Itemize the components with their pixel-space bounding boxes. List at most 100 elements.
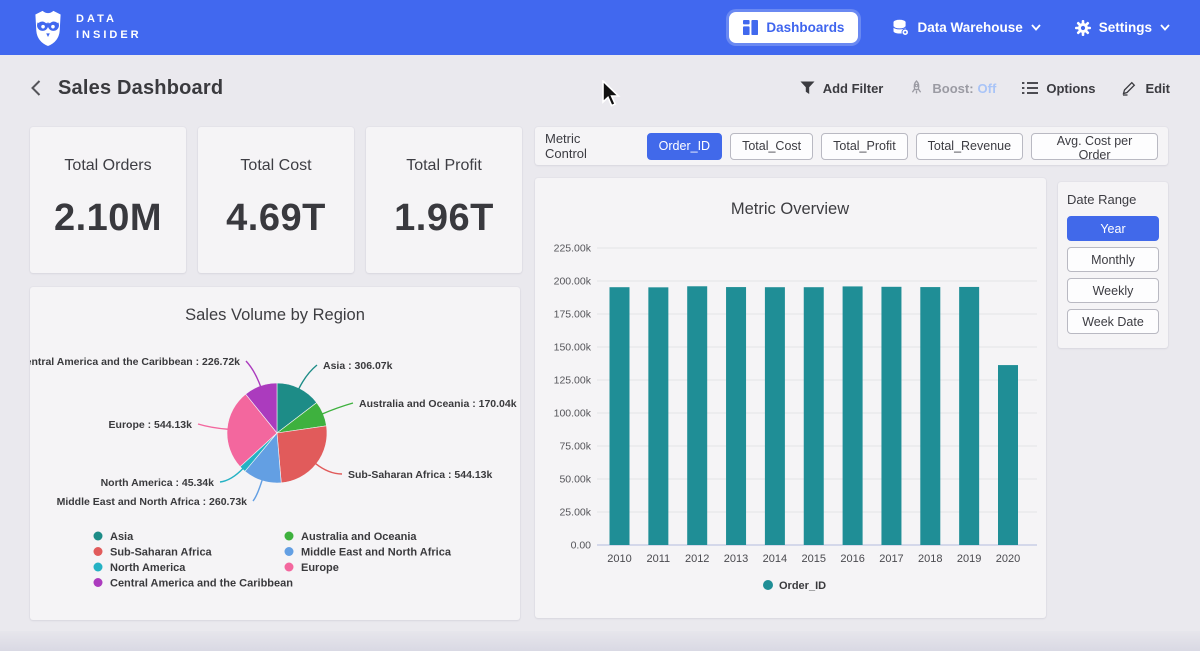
options-button[interactable]: Options — [1022, 81, 1095, 96]
x-label-2013: 2013 — [724, 553, 748, 565]
pie-label-central-america-and-the-caribbean: Central America and the Caribbean : 226.… — [30, 356, 240, 368]
bar-2018[interactable] — [920, 287, 940, 545]
x-label-2019: 2019 — [957, 553, 981, 565]
add-filter-button[interactable]: Add Filter — [800, 81, 884, 96]
date-range-buttons: Year Monthly Weekly Week Date — [1067, 216, 1159, 334]
date-range-option-weekly[interactable]: Weekly — [1067, 278, 1159, 303]
legend-dot-north-america[interactable] — [94, 563, 103, 572]
legend-label-middle-east-and-north-africa[interactable]: Middle East and North Africa — [301, 547, 452, 559]
bar-2013[interactable] — [726, 287, 746, 545]
kpi-card-total-profit: Total Profit 1.96T — [366, 127, 522, 273]
sales-volume-pie-chart: Sales Volume by Region Asia : 306.07k Aust… — [30, 287, 520, 620]
metric-option-order-id[interactable]: Order_ID — [647, 133, 722, 160]
legend-dot-middle-east-and-north-africa[interactable] — [285, 547, 294, 556]
date-range-label: Date Range — [1067, 192, 1159, 207]
pie-chart-title: Sales Volume by Region — [185, 306, 365, 324]
x-label-2012: 2012 — [685, 553, 709, 565]
header-actions: Add Filter Boost: Off — [800, 80, 1170, 96]
rocket-icon — [909, 80, 924, 96]
y-tick-150-00k: 150.00k — [554, 342, 592, 354]
kpi-label: Total Cost — [240, 157, 311, 175]
bar-2014[interactable] — [765, 287, 785, 545]
kpi-label: Total Profit — [406, 157, 482, 175]
x-label-2018: 2018 — [918, 553, 942, 565]
bar-2017[interactable] — [881, 287, 901, 545]
boost-toggle[interactable]: Boost: Off — [909, 80, 996, 96]
date-range-option-year[interactable]: Year — [1067, 216, 1159, 241]
kpi-card-total-orders: Total Orders 2.10M — [30, 127, 186, 273]
pie-leader-line — [322, 403, 353, 414]
pie-leader-line — [299, 365, 317, 389]
bar-2010[interactable] — [610, 287, 630, 545]
x-label-2011: 2011 — [647, 553, 671, 565]
bar-2015[interactable] — [804, 287, 824, 545]
data-warehouse-menu[interactable]: Data Warehouse — [892, 19, 1040, 36]
kpi-value: 1.96T — [394, 197, 494, 240]
metric-option-total-revenue[interactable]: Total_Revenue — [916, 133, 1023, 160]
bar-legend-dot[interactable] — [763, 580, 773, 590]
kpi-label: Total Orders — [64, 157, 151, 175]
bar-chart-title: Metric Overview — [731, 200, 849, 218]
legend-dot-australia-and-oceania[interactable] — [285, 532, 294, 541]
legend-label-north-america[interactable]: North America — [110, 562, 186, 574]
settings-menu[interactable]: Settings — [1075, 20, 1170, 36]
edit-button[interactable]: Edit — [1121, 81, 1170, 96]
date-range-option-monthly[interactable]: Monthly — [1067, 247, 1159, 272]
kpi-value: 2.10M — [54, 197, 162, 240]
logo-line-1: DATA — [76, 12, 142, 28]
y-tick-25-00k: 25.00k — [559, 507, 591, 519]
y-tick-50-00k: 50.00k — [559, 474, 591, 486]
bar-2012[interactable] — [687, 286, 707, 545]
bar-2020[interactable] — [998, 365, 1018, 545]
date-range-option-week-date[interactable]: Week Date — [1067, 309, 1159, 334]
pie-leader-line — [315, 463, 342, 474]
legend-label-central-america-and-the-caribbean[interactable]: Central America and the Caribbean — [110, 578, 293, 590]
dashboards-button[interactable]: Dashboards — [729, 12, 858, 43]
metric-control-label: Metric Control — [545, 131, 625, 161]
dashboards-label: Dashboards — [766, 20, 844, 35]
legend-label-sub-saharan-africa[interactable]: Sub-Saharan Africa — [110, 547, 213, 559]
legend-label-australia-and-oceania[interactable]: Australia and Oceania — [301, 531, 417, 543]
legend-label-europe[interactable]: Europe — [301, 562, 339, 574]
app-root: DATA INSIDER Dashboards — [0, 0, 1200, 651]
legend-label-asia[interactable]: Asia — [110, 531, 134, 543]
pie-chart-card: Sales Volume by Region Asia : 306.07k Aust… — [30, 287, 520, 620]
pie-slice-sub-saharan-africa[interactable] — [277, 426, 327, 483]
pie-label-north-america: North America : 45.34k — [101, 477, 215, 489]
bottom-edge-strip — [0, 631, 1200, 651]
boost-label: Boost: — [932, 81, 973, 96]
bar-2019[interactable] — [959, 287, 979, 545]
database-icon — [892, 19, 909, 36]
gear-icon — [1075, 20, 1091, 36]
legend-dot-europe[interactable] — [285, 563, 294, 572]
y-tick-0-00: 0.00 — [571, 540, 592, 552]
x-label-2015: 2015 — [802, 553, 826, 565]
bar-2011[interactable] — [648, 287, 668, 545]
chevron-down-icon — [1160, 24, 1170, 31]
back-button[interactable] — [30, 79, 42, 97]
edit-label: Edit — [1145, 81, 1170, 96]
date-range-panel: Date Range Year Monthly Weekly Week Date — [1058, 182, 1168, 348]
bar-legend-label[interactable]: Order_ID — [779, 580, 826, 592]
kpi-card-total-cost: Total Cost4.69T — [198, 127, 354, 273]
legend-dot-asia[interactable] — [94, 532, 103, 541]
x-label-2020: 2020 — [996, 553, 1020, 565]
y-tick-200-00k: 200.00k — [554, 276, 592, 288]
bar-2016[interactable] — [843, 286, 863, 545]
metric-overview-bar-chart: Metric Overview0.0025.00k50.00k75.00k100… — [535, 178, 1046, 618]
x-label-2016: 2016 — [840, 553, 864, 565]
pie-label-sub-saharan-africa: Sub-Saharan Africa : 544.13k — [348, 469, 492, 481]
metric-option-total-profit[interactable]: Total_Profit — [821, 133, 908, 160]
y-tick-175-00k: 175.00k — [554, 309, 592, 321]
pencil-icon — [1121, 81, 1137, 96]
metric-option-total-cost[interactable]: Total_Cost — [730, 133, 813, 160]
legend-dot-central-america-and-the-caribbean[interactable] — [94, 578, 103, 587]
logo-text: DATA INSIDER — [76, 12, 142, 44]
pie-label-asia: Asia : 306.07k — [323, 360, 393, 372]
legend-dot-sub-saharan-africa[interactable] — [94, 547, 103, 556]
logo[interactable]: DATA INSIDER — [30, 9, 142, 47]
x-label-2017: 2017 — [879, 553, 903, 565]
settings-label: Settings — [1099, 20, 1152, 35]
metric-option-avg-cost-per-order[interactable]: Avg. Cost per Order — [1031, 133, 1158, 160]
boost-state: Off — [978, 81, 997, 96]
